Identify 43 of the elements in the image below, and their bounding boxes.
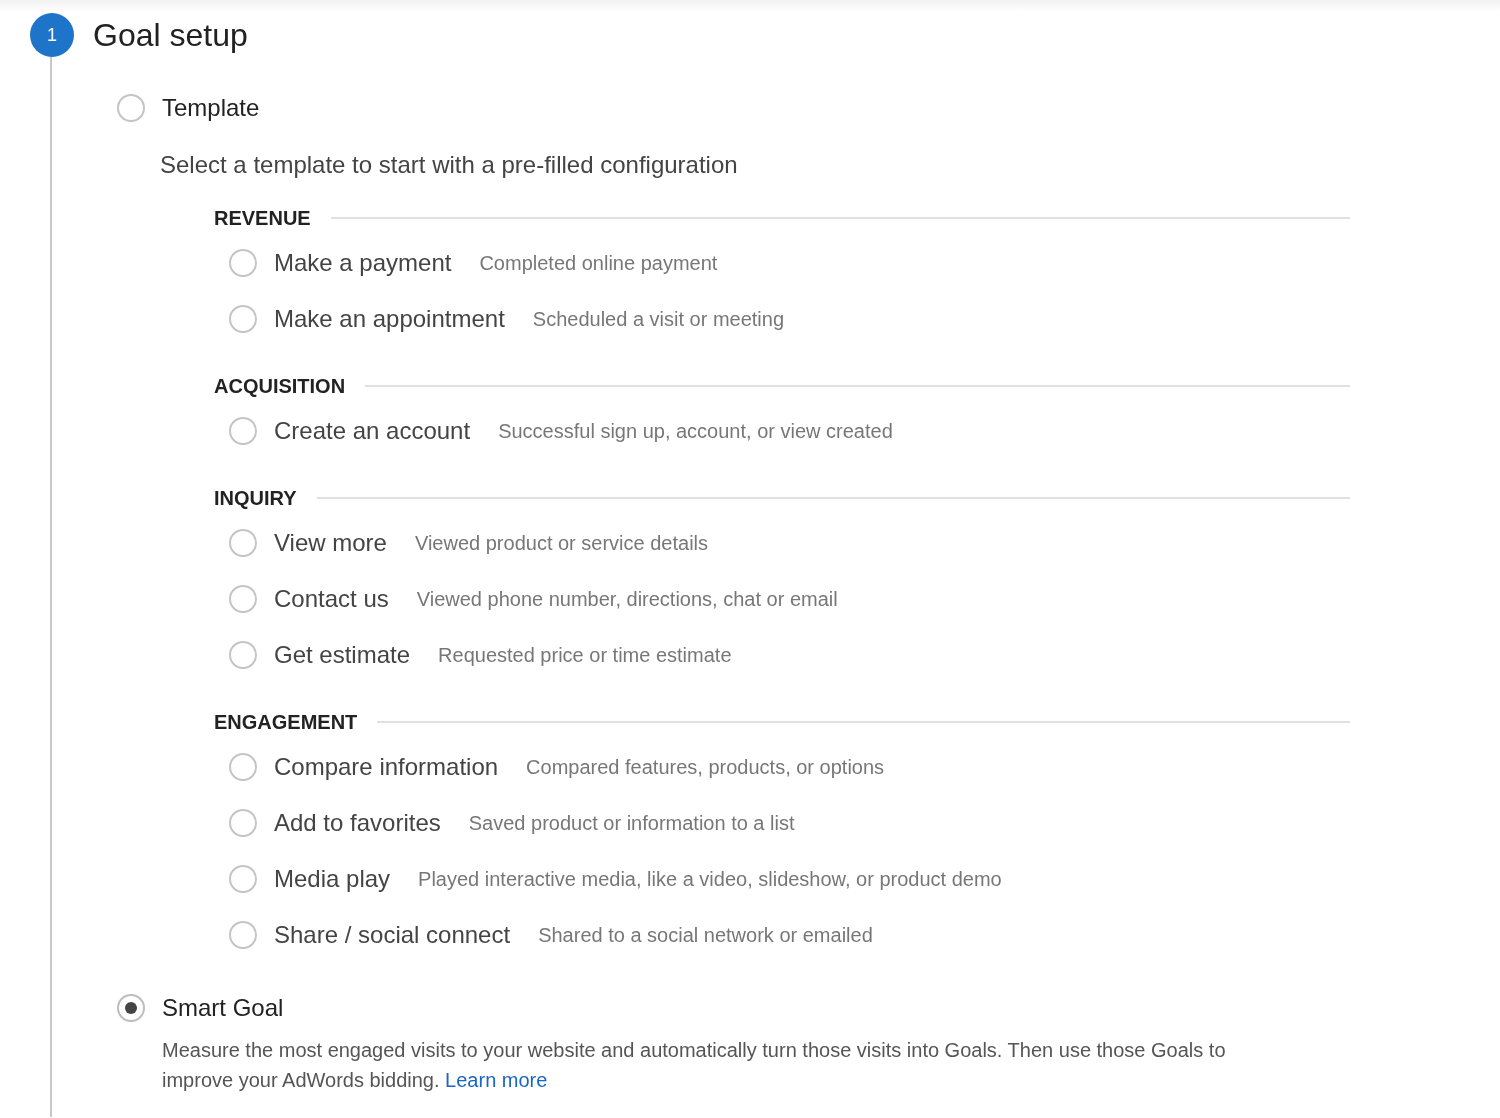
- radio-button[interactable]: [229, 417, 257, 445]
- radio-button[interactable]: [229, 921, 257, 949]
- option-label[interactable]: Share / social connect: [274, 921, 511, 949]
- step-title: Goal setup: [93, 16, 248, 54]
- group-heading: REVENUE: [214, 206, 311, 230]
- option-description: Successful sign up, account, or view created: [498, 419, 893, 443]
- radio-button[interactable]: [229, 305, 257, 333]
- group-heading: ENGAGEMENT: [214, 710, 358, 734]
- radio-button[interactable]: [229, 641, 257, 669]
- option-description: Completed online payment: [479, 251, 718, 275]
- option-label[interactable]: Get estimate: [274, 641, 411, 669]
- group-heading: INQUIRY: [214, 486, 297, 510]
- radio-button[interactable]: [229, 585, 257, 613]
- mode-description: Measure the most engaged visits to your website and automatically turn those visits into Goals. Then use those Goals to improve your AdWords bidding. Learn more: [162, 1038, 1227, 1093]
- option-label[interactable]: Add to favorites: [274, 809, 441, 837]
- option-label[interactable]: Compare information: [274, 753, 499, 781]
- option-description: Saved product or information to a list: [468, 811, 795, 835]
- option-description: Viewed phone number, directions, chat or email: [416, 587, 838, 611]
- option-label[interactable]: View more: [274, 529, 387, 557]
- option-label[interactable]: Make a payment: [274, 249, 452, 277]
- option-description: Viewed product or service details: [414, 531, 709, 555]
- option-label[interactable]: Media play: [274, 865, 391, 893]
- option-description: Requested price or time estimate: [438, 643, 732, 667]
- selected-radio-button[interactable]: [117, 994, 145, 1022]
- option-label[interactable]: Create an account: [274, 417, 471, 445]
- option-description: Shared to a social network or emailed: [538, 923, 873, 947]
- option-description: Scheduled a visit or meeting: [532, 307, 785, 331]
- option-description: Played interactive media, like a video, slideshow, or product demo: [418, 867, 1002, 891]
- mode-label[interactable]: Template: [162, 94, 260, 122]
- radio-button[interactable]: [117, 94, 145, 122]
- option-description: Compared features, products, or options: [526, 755, 885, 779]
- mode-description: Select a template to start with a pre-filled configuration: [160, 151, 739, 179]
- group-heading: ACQUISITION: [214, 374, 346, 398]
- option-label[interactable]: Make an appointment: [274, 305, 505, 333]
- radio-button[interactable]: [229, 753, 257, 781]
- learn-more-link[interactable]: Learn more: [445, 1069, 548, 1091]
- radio-button[interactable]: [229, 865, 257, 893]
- mode-label[interactable]: Smart Goal: [162, 994, 284, 1022]
- radio-button[interactable]: [229, 249, 257, 277]
- radio-button[interactable]: [229, 809, 257, 837]
- option-label[interactable]: Contact us: [274, 585, 389, 613]
- radio-button[interactable]: [229, 529, 257, 557]
- step-number: 1: [30, 13, 74, 57]
